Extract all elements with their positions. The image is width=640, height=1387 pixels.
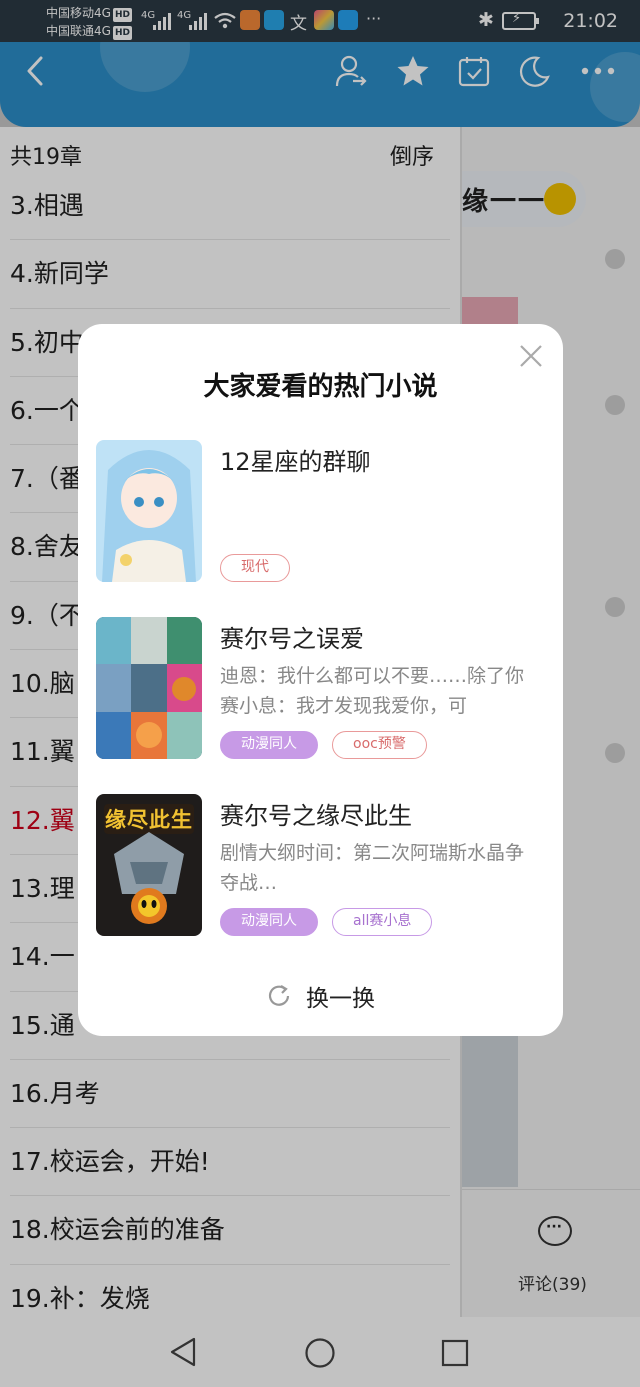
comment-button[interactable]: 评论(39): [462, 1189, 640, 1317]
author-button[interactable]: [332, 42, 370, 100]
back-triangle-icon[interactable]: [168, 1336, 198, 1368]
refresh-button[interactable]: 换一换: [78, 979, 563, 1013]
signal-icon: [153, 12, 171, 30]
wifi-icon: [214, 12, 236, 29]
page-dot: [605, 743, 625, 763]
chapter-count: 共19章: [10, 145, 82, 170]
favorite-button[interactable]: [394, 42, 432, 100]
bluetooth-icon: ✱: [478, 9, 494, 31]
hd-badge: HD: [112, 26, 132, 40]
dialog-title: 大家爱看的热门小说: [203, 372, 438, 402]
status-bar: 中国移动4GHD 中国联通4GHD 4G 4G 文 ··· ✱ 21:02: [0, 0, 640, 42]
star-icon: [397, 56, 429, 86]
carrier-2: 中国联通4G: [46, 24, 111, 38]
book-tag: 现代: [220, 554, 290, 582]
popular-novels-dialog: 大家爱看的热门小说 12星座的群聊 现代 赛尔号之误爱 迪恩：我什么都可以不要……: [78, 324, 563, 1036]
home-circle-icon[interactable]: [304, 1337, 336, 1369]
refresh-icon: [268, 985, 290, 1006]
back-icon: [27, 56, 43, 86]
moon-icon: [519, 56, 550, 87]
chapter-banner: 缘一一: [462, 171, 586, 227]
more-button[interactable]: [578, 42, 618, 100]
book-title: 赛尔号之误爱: [220, 625, 364, 653]
gallery-app-icon: [314, 10, 334, 30]
night-mode-button[interactable]: [516, 42, 552, 100]
chapter-item[interactable]: 3.相遇: [10, 172, 450, 241]
bulb-icon: [544, 183, 576, 215]
reader-toolbar: [0, 42, 640, 127]
page-dot: [605, 597, 625, 617]
book-tag: ooc预警: [332, 731, 427, 759]
book-card[interactable]: 赛尔号之误爱 迪恩：我什么都可以不要……除了你赛小息：我才发现我爱你，可 动漫同…: [96, 617, 546, 759]
chapter-item[interactable]: 16.月考: [10, 1060, 450, 1129]
book-tag: 动漫同人: [220, 731, 318, 759]
back-button[interactable]: [18, 42, 52, 100]
book-cover: [96, 440, 202, 582]
sort-order-toggle[interactable]: 倒序: [390, 139, 434, 171]
book-card[interactable]: 缘尽此生 赛尔号之缘尽此生 剧情大纲时间：第二次阿瑞斯水晶争夺战… 动漫同人 a…: [96, 794, 546, 936]
more-notifications-icon: ···: [366, 9, 382, 28]
comment-icon: [538, 1216, 572, 1246]
calendar-check-icon: [458, 57, 490, 87]
book-cover: [96, 617, 202, 759]
battery-charging-icon: [502, 11, 539, 30]
book-title: 赛尔号之缘尽此生: [220, 802, 412, 830]
recents-square-icon[interactable]: [441, 1339, 469, 1367]
system-nav-bar: [0, 1317, 640, 1387]
location-app-icon: [264, 10, 284, 30]
book-description: 迪恩：我什么都可以不要……除了你赛小息：我才发现我爱你，可: [220, 665, 525, 717]
signal-icon: [189, 12, 207, 30]
comment-label: 评论(39): [518, 1275, 587, 1295]
checkin-button[interactable]: [456, 42, 492, 100]
book-tag: all赛小息: [332, 908, 433, 936]
translate-icon: 文: [290, 14, 307, 34]
more-icon: [581, 67, 615, 75]
illustration-detail: [462, 1027, 518, 1187]
chapter-item[interactable]: 17.校运会，开始!: [10, 1128, 450, 1197]
cover-title-art: 缘尽此生: [105, 807, 193, 832]
book-card[interactable]: 12星座的群聊 现代: [96, 440, 546, 582]
carrier-1: 中国移动4G: [46, 6, 111, 20]
book-cover: 缘尽此生: [96, 794, 202, 936]
chapter-item[interactable]: 4.新同学: [10, 240, 450, 309]
page-dot: [605, 395, 625, 415]
search-app-icon: [338, 10, 358, 30]
book-tag: 动漫同人: [220, 908, 318, 936]
book-title: 12星座的群聊: [220, 448, 371, 476]
page-dot: [605, 249, 625, 269]
video-app-icon: [240, 10, 260, 30]
book-description: 剧情大纲时间：第二次阿瑞斯水晶争夺战…: [220, 842, 525, 894]
banner-text: 缘一一: [462, 187, 547, 217]
clock: 21:02: [563, 10, 618, 32]
author-switch-icon: [335, 55, 367, 87]
hd-badge: HD: [112, 8, 132, 22]
refresh-label: 换一换: [306, 986, 375, 1012]
chapter-item[interactable]: 18.校运会前的准备: [10, 1196, 450, 1265]
